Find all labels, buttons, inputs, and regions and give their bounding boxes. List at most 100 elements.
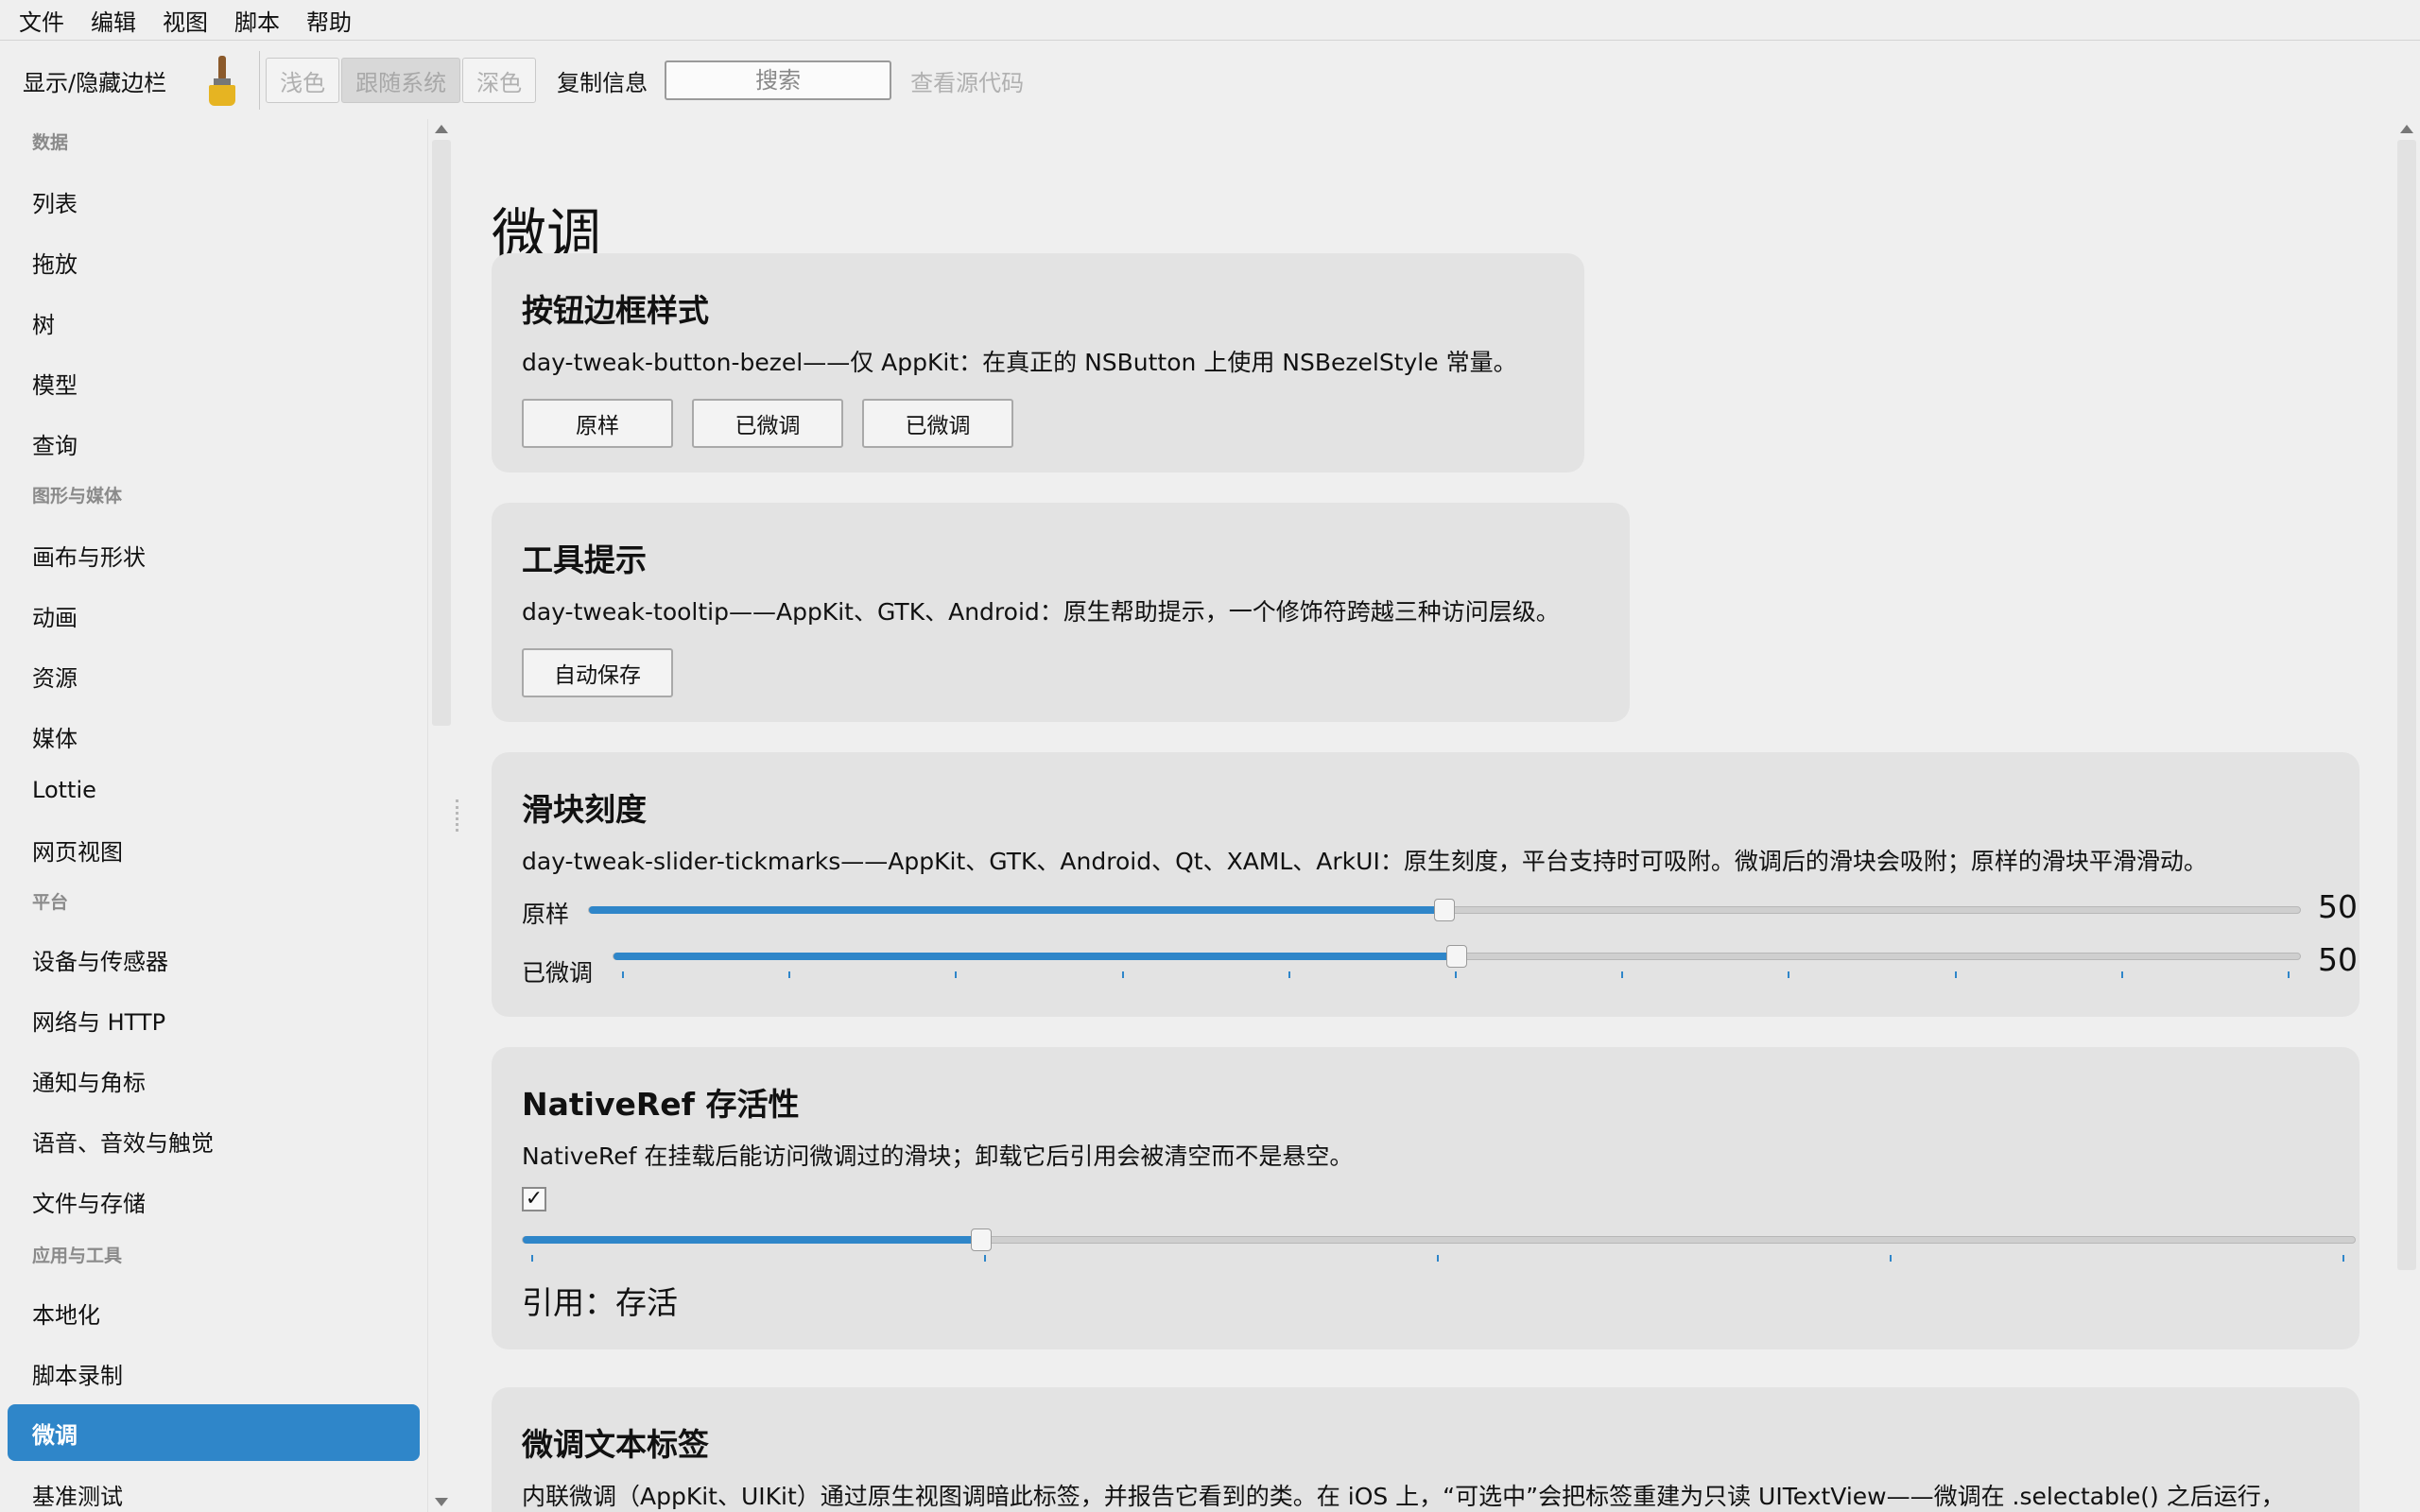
card-title: 工具提示	[522, 541, 647, 578]
slider-tweaked-tick-7	[1788, 971, 1789, 978]
sidebar-scroll-thumb[interactable]	[432, 140, 451, 726]
card-description: NativeRef 在挂载后能访问微调过的滑块；卸载它后引用会被清空而不是悬空。	[522, 1143, 1354, 1170]
slider-tweaked-tick-9	[2121, 971, 2123, 978]
theme-system-button[interactable]: 跟随系统	[341, 58, 461, 103]
nativeref-slider-fill	[523, 1236, 981, 1244]
slider-label-tweaked: 已微调	[522, 959, 594, 987]
main-content: 微调 按钮边框样式 day-tweak-button-bezel——仅 AppK…	[463, 119, 2392, 1512]
slider-tweaked-tick-5	[1455, 971, 1457, 978]
slider-original[interactable]	[588, 899, 2301, 921]
nativeref-slider[interactable]	[522, 1228, 2356, 1251]
theme-segmented-control: 浅色 跟随系统 深色	[266, 58, 538, 103]
main-scroll-thumb[interactable]	[2397, 140, 2416, 1270]
card-description: day-tweak-tooltip——AppKit、GTK、Android：原生…	[522, 598, 1560, 626]
card-title: 滑块刻度	[522, 791, 647, 828]
sidebar-item-speech[interactable]: 语音、音效与触觉	[32, 1125, 214, 1158]
theme-light-button[interactable]: 浅色	[266, 58, 340, 103]
slider-tweaked-thumb[interactable]	[1446, 945, 1467, 968]
sidebar-item-notifications[interactable]: 通知与角标	[32, 1064, 146, 1097]
menu-view[interactable]: 视图	[163, 4, 208, 37]
card-description: day-tweak-slider-tickmarks——AppKit、GTK、A…	[522, 848, 2207, 875]
card-tooltip: 工具提示 day-tweak-tooltip——AppKit、GTK、Andro…	[492, 503, 1630, 722]
sidebar-item-script-recording[interactable]: 脚本录制	[32, 1357, 123, 1390]
sidebar-item-list[interactable]: 列表	[32, 185, 78, 218]
toolbar: 显示/隐藏边栏 浅色 跟随系统 深色 复制信息 查看源代码	[0, 42, 2420, 119]
card-title: NativeRef 存活性	[522, 1086, 800, 1123]
card-tweak-text-label: 微调文本标签 内联微调（AppKit、UIKit）通过原生视图调暗此标签，并报告…	[492, 1387, 2360, 1512]
sidebar-item-tweaks[interactable]: 微调	[8, 1404, 420, 1461]
bezel-original-button[interactable]: 原样	[522, 399, 673, 448]
toggle-sidebar-button[interactable]: 显示/隐藏边栏	[23, 64, 166, 97]
sidebar-item-canvas[interactable]: 画布与形状	[32, 539, 146, 572]
sidebar-item-localization[interactable]: 本地化	[32, 1297, 100, 1330]
slider-tweaked-tick-10	[2288, 971, 2290, 978]
slider-original-thumb[interactable]	[1434, 899, 1455, 921]
nativeref-slider-tick-4	[2342, 1255, 2344, 1262]
menu-file[interactable]: 文件	[19, 4, 64, 37]
slider-tweaked-value: 50	[2318, 941, 2358, 978]
scroll-down-arrow-icon[interactable]	[435, 1498, 448, 1506]
bezel-tweaked-button-1[interactable]: 已微调	[692, 399, 843, 448]
card-slider-tickmarks: 滑块刻度 day-tweak-slider-tickmarks——AppKit、…	[492, 752, 2360, 1017]
theme-dark-button[interactable]: 深色	[462, 58, 537, 103]
copy-info-button[interactable]: 复制信息	[557, 64, 648, 97]
sidebar-section-data: 数据	[32, 132, 69, 153]
slider-tweaked-tick-2	[955, 971, 957, 978]
nativeref-mount-checkbox[interactable]: ✓	[522, 1187, 546, 1211]
nativeref-slider-tick-1	[984, 1255, 986, 1262]
paintbrush-icon[interactable]	[208, 56, 236, 106]
slider-original-fill	[589, 906, 1444, 914]
card-nativeref: NativeRef 存活性 NativeRef 在挂载后能访问微调过的滑块；卸载…	[492, 1047, 2360, 1349]
toolbar-separator	[259, 51, 261, 110]
nativeref-slider-tick-0	[531, 1255, 533, 1262]
slider-tweaked-tick-8	[1955, 971, 1957, 978]
slider-tweaked-tick-3	[1122, 971, 1124, 978]
sidebar-item-model[interactable]: 模型	[32, 367, 78, 400]
menu-help[interactable]: 帮助	[306, 4, 352, 37]
search-input[interactable]	[665, 60, 892, 100]
sidebar-item-devices[interactable]: 设备与传感器	[32, 943, 168, 976]
slider-tweaked-tick-0	[622, 971, 624, 978]
nativeref-status-text: 引用：存活	[522, 1284, 678, 1321]
sidebar-item-benchmark[interactable]: 基准测试	[32, 1478, 123, 1511]
card-description: day-tweak-button-bezel——仅 AppKit：在真正的 NS…	[522, 349, 1517, 376]
sidebar-section-apps: 应用与工具	[32, 1246, 123, 1266]
sidebar-item-drag-drop[interactable]: 拖放	[32, 246, 78, 279]
sidebar-item-media[interactable]: 媒体	[32, 720, 78, 753]
menu-edit[interactable]: 编辑	[91, 4, 136, 37]
scroll-up-arrow-icon[interactable]	[435, 125, 448, 133]
sidebar-section-platform: 平台	[32, 892, 69, 913]
menu-bar: 文件 编辑 视图 脚本 帮助	[0, 0, 2420, 41]
sidebar-item-lottie[interactable]: Lottie	[32, 777, 96, 803]
slider-tweaked-tick-6	[1621, 971, 1623, 978]
sidebar-section-graphics: 图形与媒体	[32, 486, 123, 507]
sidebar: 数据 列表 拖放 树 模型 查询 图形与媒体 画布与形状 动画 资源 媒体 Lo…	[0, 119, 427, 1512]
slider-original-value: 50	[2318, 888, 2358, 925]
slider-label-original: 原样	[522, 901, 570, 928]
sidebar-item-tree[interactable]: 树	[32, 306, 55, 339]
sidebar-item-resources[interactable]: 资源	[32, 660, 78, 693]
slider-tweaked-tick-1	[788, 971, 790, 978]
card-title: 微调文本标签	[522, 1426, 709, 1463]
autosave-button[interactable]: 自动保存	[522, 648, 673, 697]
slider-tweaked-fill	[614, 953, 1457, 960]
sidebar-item-query[interactable]: 查询	[32, 427, 78, 460]
card-button-bezel: 按钮边框样式 day-tweak-button-bezel——仅 AppKit：…	[492, 253, 1584, 472]
slider-tweaked[interactable]	[613, 945, 2301, 968]
sidebar-item-files[interactable]: 文件与存储	[32, 1185, 146, 1218]
scroll-up-arrow-icon[interactable]	[2400, 125, 2413, 133]
splitter-handle[interactable]	[456, 799, 459, 832]
sidebar-scrollbar[interactable]	[427, 119, 454, 1512]
sidebar-item-animation[interactable]: 动画	[32, 599, 78, 632]
nativeref-slider-tick-3	[1890, 1255, 1892, 1262]
slider-tweaked-ticks	[613, 971, 2301, 979]
sidebar-item-network[interactable]: 网络与 HTTP	[32, 1004, 165, 1037]
menu-script[interactable]: 脚本	[234, 4, 280, 37]
nativeref-slider-ticks	[522, 1255, 2356, 1263]
view-source-button[interactable]: 查看源代码	[910, 64, 1024, 97]
card-title: 按钮边框样式	[522, 292, 709, 329]
bezel-tweaked-button-2[interactable]: 已微调	[862, 399, 1013, 448]
sidebar-item-webview[interactable]: 网页视图	[32, 833, 123, 867]
nativeref-slider-thumb[interactable]	[971, 1228, 992, 1251]
main-scrollbar[interactable]	[2394, 119, 2420, 1512]
